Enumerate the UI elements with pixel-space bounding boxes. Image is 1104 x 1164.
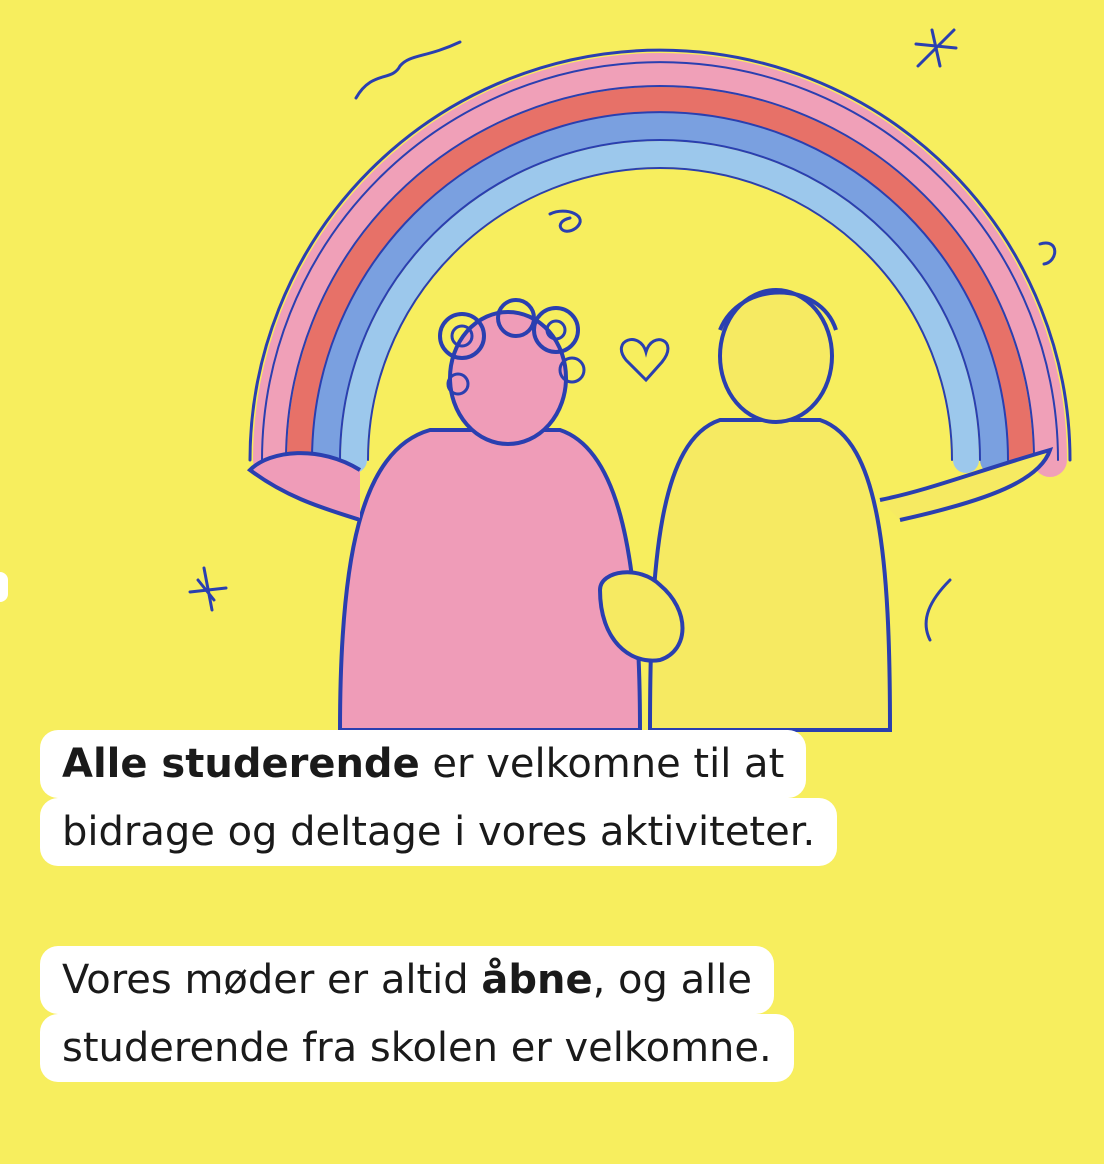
poster: Alle studerende er velkomne til at bidra… — [0, 0, 1104, 1164]
welcome-line-1: Alle studerende er velkomne til at — [62, 740, 784, 788]
meetings-bold: åbne — [481, 957, 593, 1003]
meetings-line-1: Vores møder er altid åbne, og alle — [62, 956, 752, 1004]
welcome-bold: Alle studerende — [62, 741, 420, 787]
rainbow-illustration — [0, 0, 1104, 740]
meetings-line-2: studerende fra skolen er velkomne. — [62, 1025, 772, 1071]
text-box-meetings-2: studerende fra skolen er velkomne. — [40, 1014, 794, 1082]
meetings-pre: Vores møder er altid — [62, 957, 482, 1003]
text-box-meetings: Vores møder er altid åbne, og alle — [40, 946, 774, 1014]
welcome-rest: er velkomne til at — [419, 741, 785, 787]
carousel-prev-arrow[interactable] — [0, 572, 8, 602]
text-box-welcome-2: bidrage og deltage i vores aktiviteter. — [40, 798, 838, 866]
text-box-welcome: Alle studerende er velkomne til at — [40, 730, 807, 798]
meetings-post: , og alle — [592, 957, 752, 1003]
welcome-line-2: bidrage og deltage i vores aktiviteter. — [62, 809, 816, 855]
